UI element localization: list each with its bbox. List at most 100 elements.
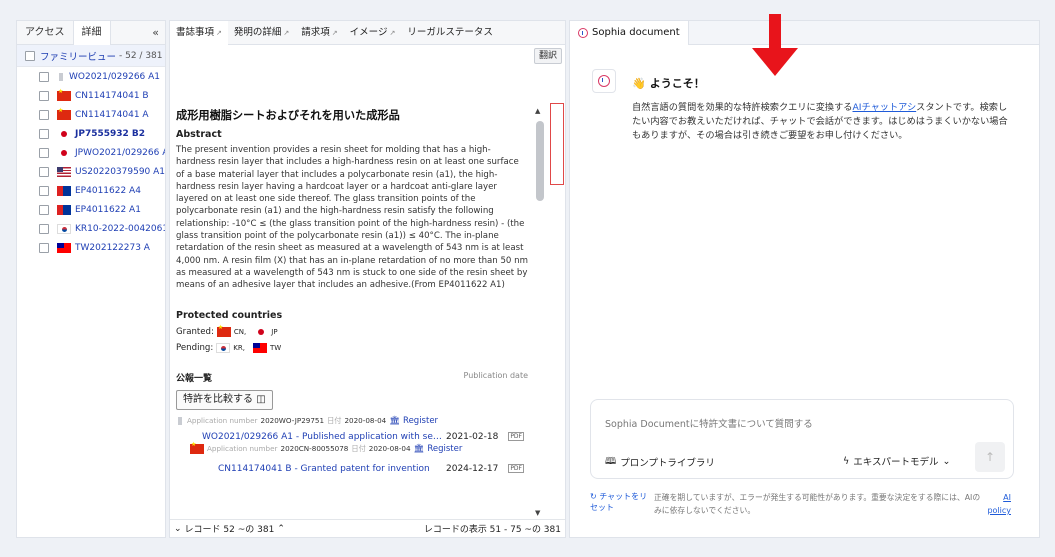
prompt-library-button[interactable]: 🕮 プロンプトライブラリ — [605, 454, 715, 470]
pdf-icon[interactable]: PDF — [508, 464, 525, 474]
family-item-link[interactable]: CN114174041 B — [75, 91, 149, 101]
family-item-link[interactable]: JPWO2021/029266 A — [75, 148, 165, 158]
family-item-checkbox[interactable] — [39, 185, 49, 196]
intro-message: 自然言語の質問を効果的な特許検索クエリに変換するAIチャットアシスタントです。検… — [632, 101, 1012, 143]
family-item-checkbox[interactable] — [39, 90, 49, 101]
family-item-checkbox[interactable] — [39, 128, 49, 139]
ai-policy-link[interactable]: AI policy — [985, 491, 1011, 517]
document-body: 成形用樹脂シートおよびそれを用いた成形品 Abstract The presen… — [176, 107, 528, 474]
record-footer: ⌄ レコード 52 ~の 381 ⌃ レコードの表示 51 - 75 ~の 38… — [170, 519, 565, 537]
family-item[interactable]: CN114174041 A — [17, 105, 165, 124]
kr-flag-icon — [57, 223, 71, 234]
register-bank-icon: 🏛 — [389, 415, 401, 426]
publication-link[interactable]: WO2021/029266 A1 - Published application… — [202, 432, 442, 442]
lightning-icon: ϟ — [843, 455, 850, 467]
family-item-checkbox[interactable] — [39, 204, 49, 215]
family-item-link[interactable]: EP4011622 A1 — [75, 205, 141, 215]
tab-label: リーガルステータス — [407, 26, 493, 38]
family-item-checkbox[interactable] — [39, 223, 49, 234]
wo-flag-icon — [57, 71, 65, 82]
family-item-link[interactable]: EP4011622 A4 — [75, 186, 141, 196]
pending-row: Pending: KR, TW — [176, 342, 528, 353]
publication-item[interactable]: WO2021/029266 A1 - Published application… — [202, 432, 528, 442]
cn-flag-icon — [216, 324, 231, 337]
family-item-link[interactable]: US20220379590 A1 — [75, 167, 165, 177]
scroll-down-icon[interactable]: ▼ — [535, 509, 540, 517]
chat-input[interactable]: Sophia Documentに特許文書について質問する — [605, 416, 813, 430]
ai-chat-assistant-link[interactable]: AIチャットアシ — [853, 102, 917, 113]
prev-record-icon[interactable]: ⌄ — [174, 524, 182, 534]
family-item-link[interactable]: CN114174041 A — [75, 110, 149, 120]
family-view-header[interactable]: ファミリービュー - 52 / 381 — [17, 45, 165, 67]
collapse-panel-icon[interactable]: « — [152, 26, 165, 39]
tab-label: イメージ — [349, 26, 388, 38]
family-item-checkbox[interactable] — [39, 242, 49, 253]
protected-countries-heading: Protected countries — [176, 309, 283, 321]
chat-input-box[interactable]: Sophia Documentに特許文書について質問する 🕮 プロンプトライブラリ… — [590, 399, 1014, 479]
family-item[interactable]: EP4011622 A1 — [17, 200, 165, 219]
family-item-checkbox[interactable] — [39, 166, 49, 177]
tab-access[interactable]: アクセス — [17, 21, 73, 45]
cn-flag-icon — [57, 107, 71, 120]
reset-chat-button[interactable]: ↻ チャットをリセット — [590, 491, 650, 513]
family-item-checkbox[interactable] — [39, 109, 49, 120]
publication-link[interactable]: CN114174041 B - Granted patent for inven… — [218, 464, 442, 474]
register-link[interactable]: Register — [403, 416, 438, 426]
publication-item[interactable]: CN114174041 B - Granted patent for inven… — [218, 464, 528, 474]
family-item-checkbox[interactable] — [39, 71, 49, 82]
chevron-down-icon: ⌄ — [942, 455, 951, 467]
family-item[interactable]: JP7555932 B2 — [17, 124, 165, 143]
family-item-link[interactable]: JP7555932 B2 — [75, 129, 145, 139]
family-select-all-checkbox[interactable] — [25, 50, 35, 61]
prompt-library-label: プロンプトライブラリ — [620, 458, 715, 469]
granted-label: Granted: — [176, 326, 214, 337]
expert-mode-dropdown[interactable]: ϟ エキスパートモデル ⌄ — [843, 454, 951, 469]
family-item[interactable]: EP4011622 A4 — [17, 181, 165, 200]
family-item-link[interactable]: WO2021/029266 A1 — [69, 72, 160, 82]
family-item[interactable]: CN114174041 B — [17, 86, 165, 105]
family-item-link[interactable]: KR10-2022-0042061 A — [75, 224, 165, 234]
family-item[interactable]: US20220379590 A1 — [17, 162, 165, 181]
tab-images[interactable]: イメージ ↗ — [344, 21, 402, 45]
family-item-link[interactable]: TW202122273 A — [75, 243, 150, 253]
family-item[interactable]: KR10-2022-0042061 A — [17, 219, 165, 238]
pdf-icon[interactable]: PDF — [508, 432, 525, 442]
tab-label: 発明の詳細 — [233, 26, 282, 38]
family-view-label: ファミリービュー — [40, 51, 117, 63]
send-button[interactable]: ↑ — [975, 442, 1005, 472]
tab-bibliography[interactable]: 書誌事項 ↗ — [170, 21, 228, 45]
arrow-shaft — [769, 14, 781, 50]
family-item[interactable]: JPWO2021/029266 A — [17, 143, 165, 162]
family-list: WO2021/029266 A1 CN114174041 B CN114174041… — [17, 67, 165, 257]
next-record-icon[interactable]: ⌃ — [277, 524, 285, 534]
scroll-thumb[interactable] — [536, 121, 544, 201]
abstract-text: The present invention provides a resin s… — [176, 145, 528, 291]
tab-sophia-document[interactable]: Sophia document — [570, 20, 689, 45]
tab-details[interactable]: 詳細 — [72, 21, 111, 45]
register-link[interactable]: Register — [427, 444, 462, 454]
publication-date: 2021-02-18 — [446, 431, 499, 442]
arrow-up-icon: ↑ — [984, 450, 996, 464]
red-arrow-annotation — [752, 14, 798, 76]
ep-flag-icon — [57, 204, 71, 215]
family-item[interactable]: WO2021/029266 A1 — [17, 67, 165, 86]
country-code: JP — [271, 327, 278, 336]
jp-flag-icon — [254, 327, 268, 337]
document-scrollbar[interactable]: ▲ ▼ — [535, 107, 545, 517]
scroll-up-icon[interactable]: ▲ — [535, 107, 540, 115]
record-position: レコード 52 ~の 381 — [184, 525, 275, 535]
application-row: Application number 2020WO-JP29751 日付 202… — [176, 415, 528, 426]
compare-patents-button[interactable]: 特許を比較する ◫ — [176, 389, 273, 410]
family-item[interactable]: TW202122273 A — [17, 238, 165, 257]
wave-icon: 👋 — [632, 77, 646, 90]
family-count: - 52 / 381 — [119, 50, 163, 61]
translate-button[interactable]: 翻訳 — [533, 48, 562, 64]
tab-claims[interactable]: 請求項 ↗ — [295, 21, 343, 45]
family-item-checkbox[interactable] — [39, 147, 49, 158]
tab-invention-details[interactable]: 発明の詳細 ↗ — [228, 21, 295, 45]
application-date: 2020-08-04 — [368, 444, 411, 454]
document-panel: 書誌事項 ↗ 発明の詳細 ↗ 請求項 ↗ イメージ ↗ リーガルステータス 翻訳 成形用… — [169, 20, 566, 538]
publication-date-column: Publication date — [463, 370, 528, 380]
tab-legal-status[interactable]: リーガルステータス — [401, 21, 499, 45]
abstract-heading: Abstract — [176, 129, 222, 140]
